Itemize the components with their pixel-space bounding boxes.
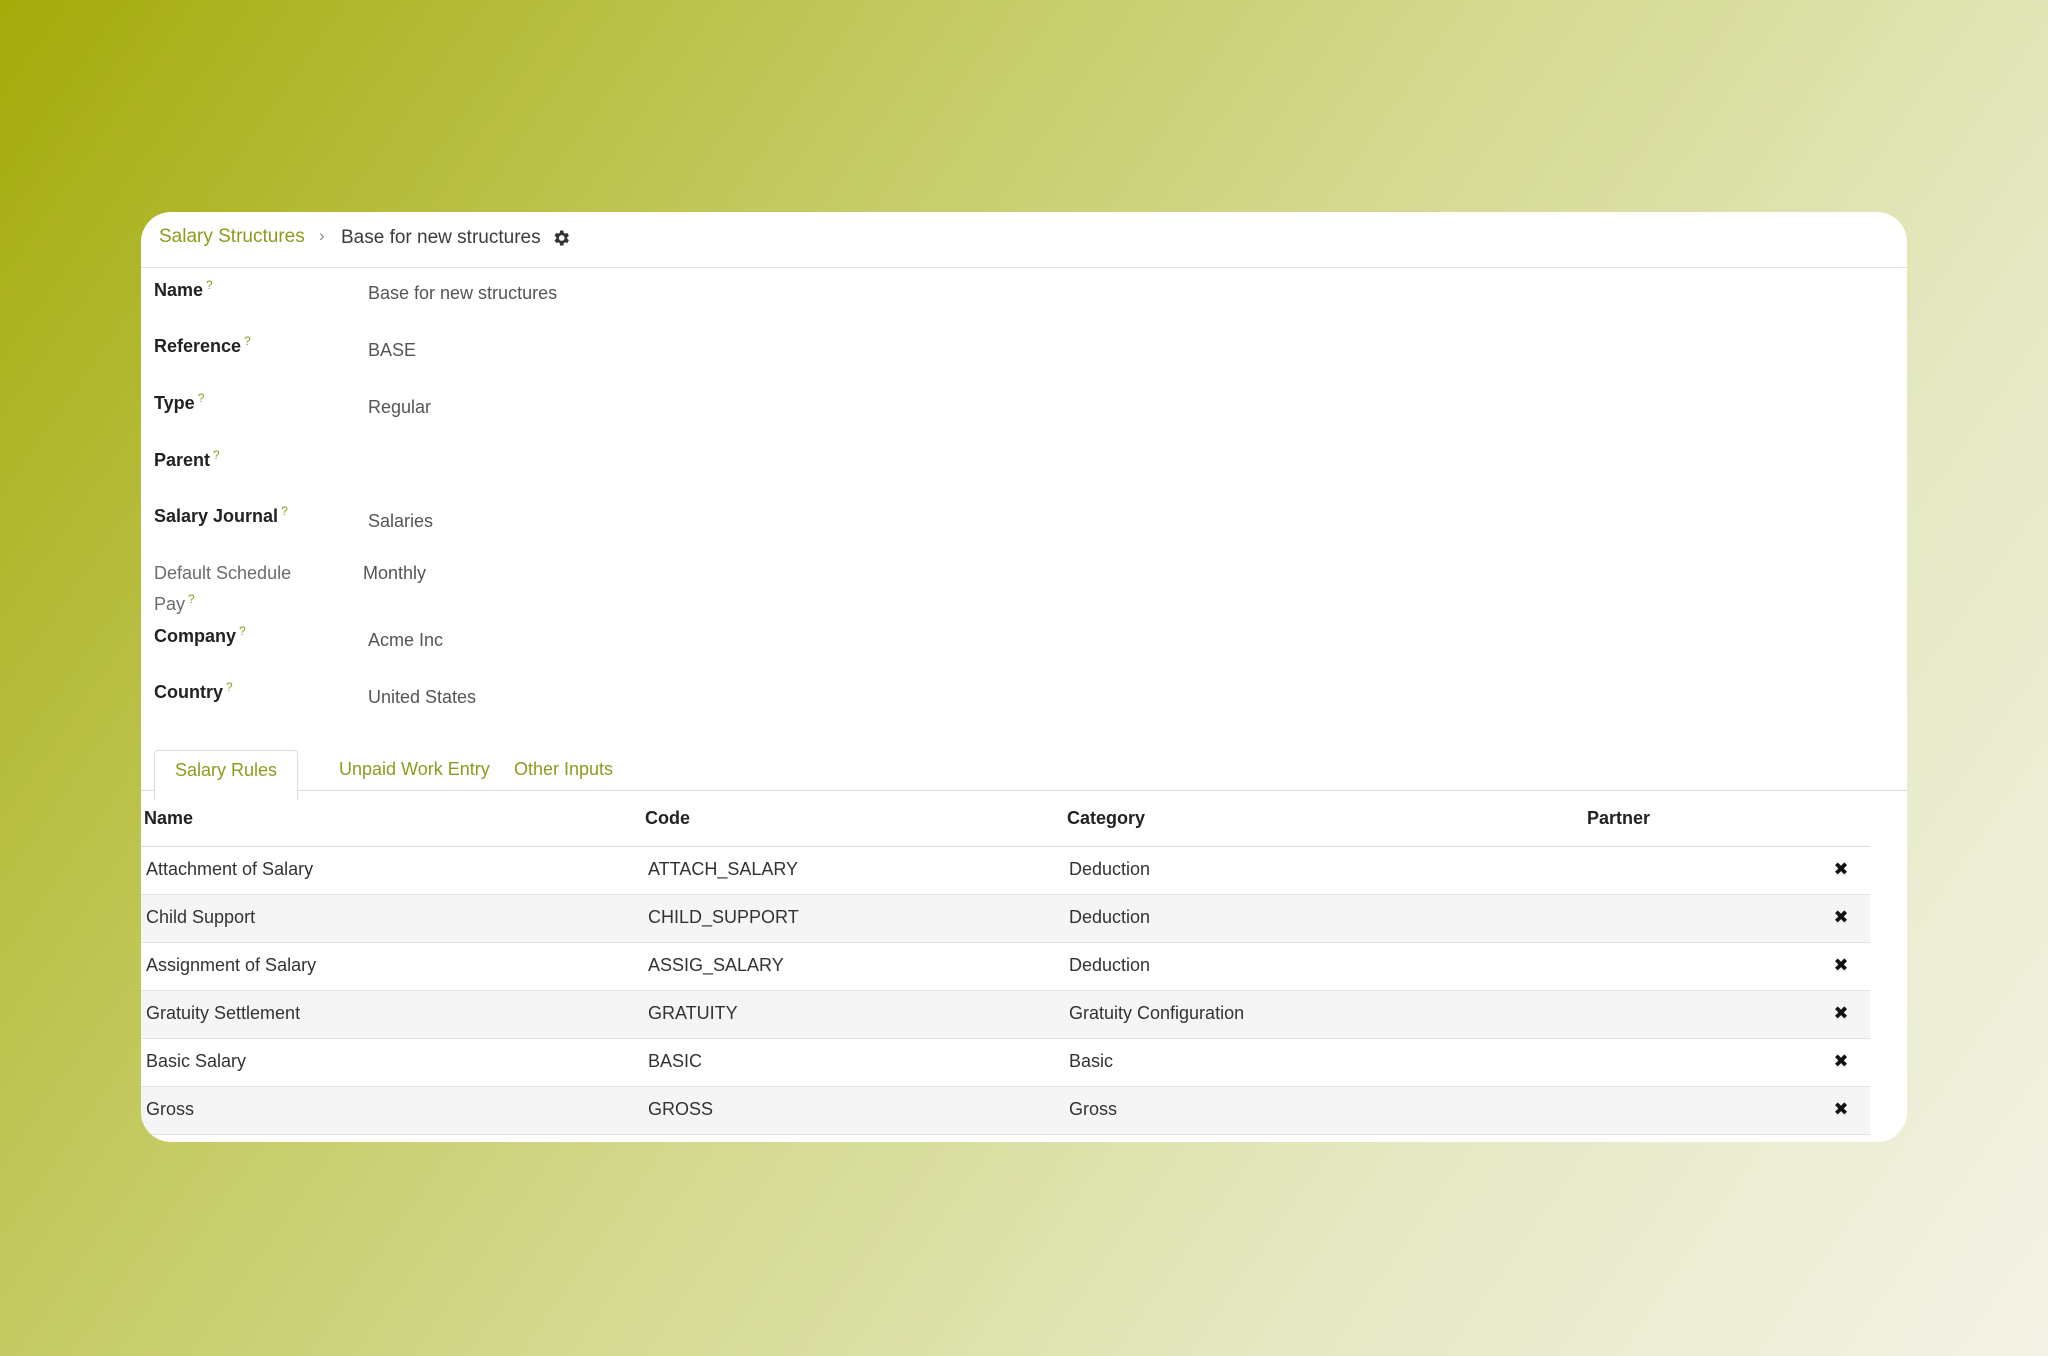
type-value[interactable]: Regular [368,397,431,418]
salary-structure-form: Salary Structures › Base for new structu… [141,212,1907,1142]
delete-row-icon[interactable]: ✖ [1830,954,1852,976]
delete-row-icon[interactable]: ✖ [1830,1002,1852,1024]
row-code: ATTACH_SALARY [648,859,799,879]
country-value[interactable]: United States [368,687,476,708]
row-category: Deduction [1069,955,1151,975]
help-icon[interactable]: ? [206,278,213,292]
row-name: Basic Salary [146,1051,247,1071]
column-header-category[interactable]: Category [1067,808,1145,829]
table-row[interactable]: Child Support CHILD_SUPPORT Deduction ✖ [141,895,1870,943]
breadcrumb: Salary Structures › Base for new structu… [141,212,1907,268]
table-header: Name Code Category Partner [141,790,1870,847]
row-name: Child Support [146,907,256,927]
row-code: ASSIG_SALARY [648,955,784,975]
help-icon[interactable]: ? [198,391,205,405]
table-row[interactable]: Basic Salary BASIC Basic ✖ [141,1039,1870,1087]
column-header-partner[interactable]: Partner [1587,808,1650,829]
field-label: Company? [154,624,246,646]
row-category: Deduction [1069,859,1151,879]
row-name: Attachment of Salary [146,859,314,879]
row-category: Gratuity Configuration [1069,1003,1245,1023]
delete-row-icon[interactable]: ✖ [1830,1050,1852,1072]
tab-unpaid-work-entry[interactable]: Unpaid Work Entry [319,750,510,790]
row-name: Gross [146,1099,195,1119]
row-name: Gratuity Settlement [146,1003,301,1023]
delete-row-icon[interactable]: ✖ [1830,1098,1852,1120]
breadcrumb-salary-structures-link[interactable]: Salary Structures [159,226,305,248]
table-row[interactable]: Gratuity Settlement GRATUITY Gratuity Co… [141,991,1870,1039]
help-icon[interactable]: ? [226,680,233,694]
breadcrumb-separator: › [319,226,325,245]
reference-value[interactable]: BASE [368,340,416,361]
field-label: Reference? [154,334,251,356]
tab-other-inputs[interactable]: Other Inputs [494,750,633,790]
help-icon[interactable]: ? [244,334,251,348]
help-icon[interactable]: ? [281,504,288,518]
gear-icon[interactable] [551,228,571,248]
row-code: CHILD_SUPPORT [648,907,799,927]
table-row[interactable]: Attachment of Salary ATTACH_SALARY Deduc… [141,847,1870,895]
help-icon[interactable]: ? [213,448,220,462]
field-label: Parent? [154,448,220,470]
table-row[interactable]: Gross GROSS Gross ✖ [141,1087,1870,1135]
delete-row-icon[interactable]: ✖ [1830,858,1852,880]
column-header-name[interactable]: Name [144,808,193,829]
row-category: Deduction [1069,907,1151,927]
row-category: Gross [1069,1099,1118,1119]
help-icon[interactable]: ? [188,592,195,606]
salary-journal-value[interactable]: Salaries [368,511,433,532]
row-name: Assignment of Salary [146,955,317,975]
default-schedule-pay-value: Monthly [363,563,427,583]
row-category: Basic [1069,1051,1114,1071]
table-row[interactable]: Assignment of Salary ASSIG_SALARY Deduct… [141,943,1870,991]
company-value[interactable]: Acme Inc [368,630,443,651]
field-label: Default Schedule Pay? [154,563,292,614]
row-code: GROSS [648,1099,714,1119]
field-label: Type? [154,391,205,413]
delete-row-icon[interactable]: ✖ [1830,906,1852,928]
row-code: BASIC [648,1051,703,1071]
breadcrumb-current: Base for new structures [341,227,541,248]
column-header-code[interactable]: Code [645,808,690,829]
row-code: GRATUITY [648,1003,738,1023]
name-value[interactable]: Base for new structures [368,283,557,304]
field-label: Name? [154,278,213,300]
field-label: Country? [154,680,233,702]
help-icon[interactable]: ? [239,624,246,638]
tab-bar: Salary Rules Unpaid Work Entry Other Inp… [141,740,1907,801]
field-label: Salary Journal? [154,504,288,526]
